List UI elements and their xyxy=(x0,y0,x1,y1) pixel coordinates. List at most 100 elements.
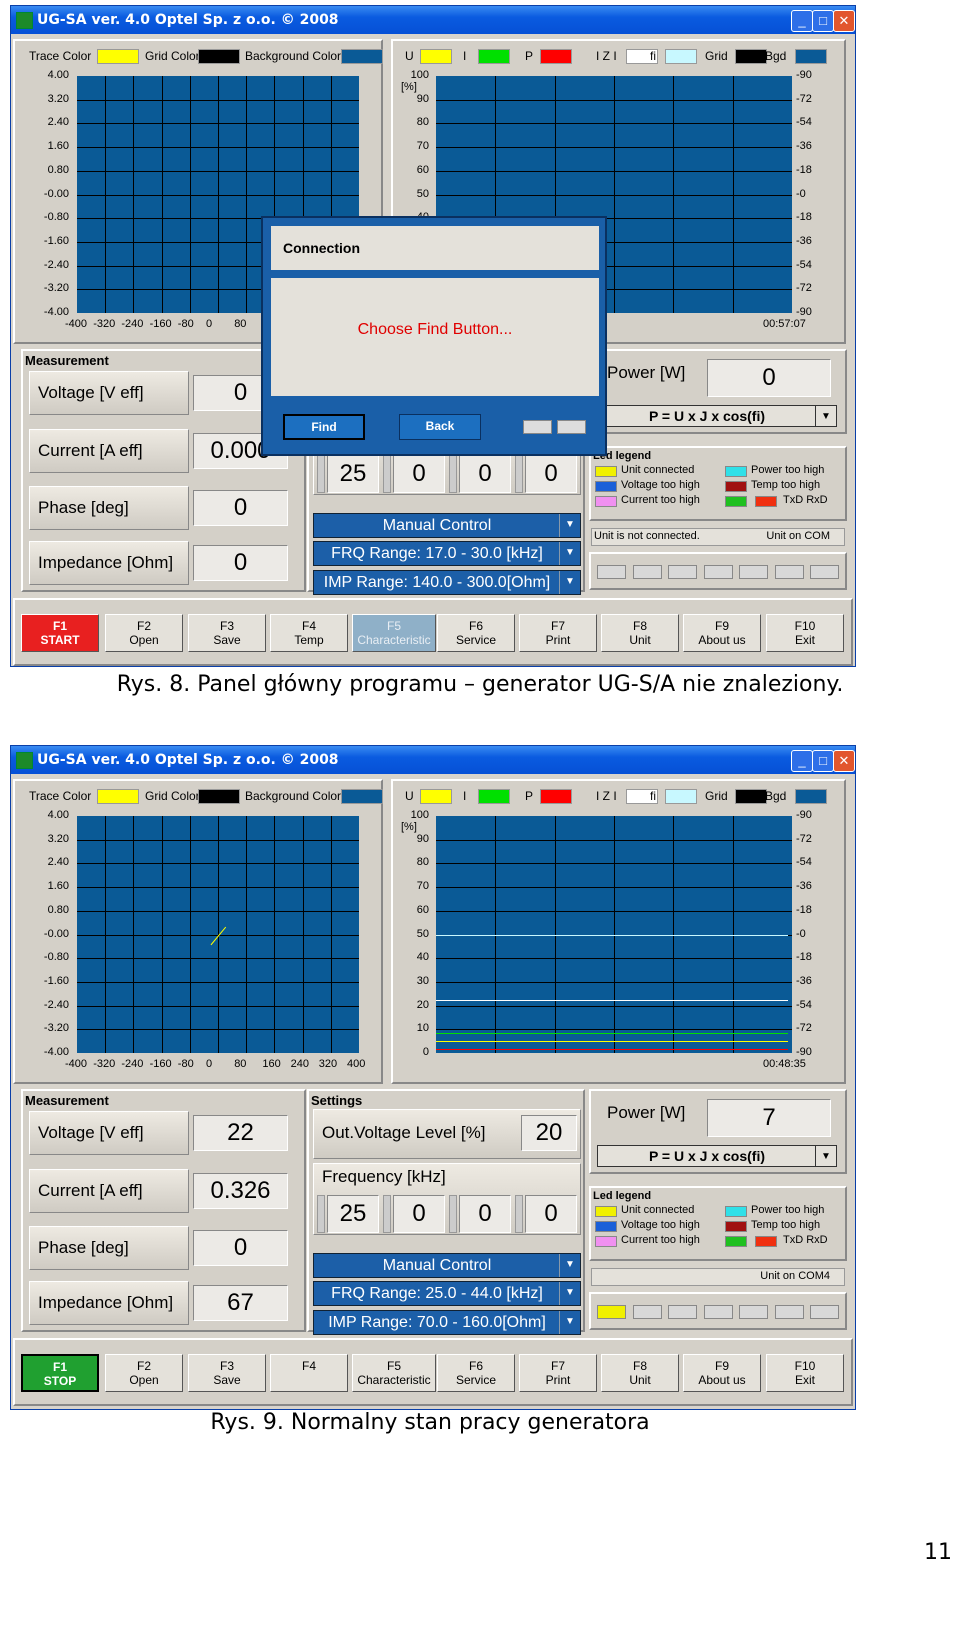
fkey-button-f10[interactable]: F10 Exit xyxy=(766,614,844,652)
legend-text: TxD RxD xyxy=(783,1234,828,1246)
legend-color-swatch[interactable] xyxy=(478,49,510,64)
grid-line xyxy=(436,958,792,960)
back-button[interactable]: Back xyxy=(399,414,481,440)
frequency-digit-input[interactable]: 0 xyxy=(525,455,577,493)
spinner-arrows[interactable] xyxy=(449,455,457,493)
frequency-digit-input[interactable]: 25 xyxy=(327,1195,379,1233)
legend-color-swatch[interactable] xyxy=(420,49,452,64)
trace-color-swatch[interactable] xyxy=(97,789,139,804)
legend-color-swatch[interactable] xyxy=(735,49,767,64)
minimize-button[interactable]: _ xyxy=(791,750,813,772)
maximize-button[interactable]: □ xyxy=(812,10,834,32)
fkey-button-f4[interactable]: F4 Temp xyxy=(270,614,348,652)
unit-label: [%] xyxy=(401,81,417,93)
fkey-key: F9 xyxy=(714,619,729,633)
x-tick-label: -160 xyxy=(149,1058,172,1070)
fkey-label: Unit xyxy=(629,633,651,647)
legend-color-swatch[interactable] xyxy=(665,49,697,64)
legend-color-swatch[interactable] xyxy=(665,789,697,804)
background-color-swatch[interactable] xyxy=(341,789,383,804)
fkey-button-f8[interactable]: F8 Unit xyxy=(601,614,679,652)
dialog-title: Connection xyxy=(271,226,599,270)
fkey-button-f9[interactable]: F9 About us xyxy=(683,614,761,652)
spinner-arrows[interactable] xyxy=(317,455,325,493)
legend-color-swatch[interactable] xyxy=(735,789,767,804)
trace-color-label: Trace Color xyxy=(29,49,92,63)
fkey-button-f4[interactable]: F4 xyxy=(270,1354,348,1392)
fkey-key: F9 xyxy=(714,1359,729,1373)
legend-led xyxy=(755,496,777,507)
fkey-button-f7[interactable]: F7 Print xyxy=(519,1354,597,1392)
mode-dropdown[interactable]: Manual Control ▼ xyxy=(313,513,581,538)
fkey-key: F2 xyxy=(136,1359,151,1373)
spinner-arrows[interactable] xyxy=(449,1195,457,1233)
minimize-button[interactable]: _ xyxy=(791,10,813,32)
out-voltage-input[interactable]: 20 xyxy=(521,1115,577,1151)
fkey-button-f10[interactable]: F10 Exit xyxy=(766,1354,844,1392)
imp-range-dropdown[interactable]: IMP Range: 140.0 - 300.0[Ohm] ▼ xyxy=(313,570,581,595)
legend-led xyxy=(595,1206,617,1217)
dropdown-label: Manual Control xyxy=(382,1257,492,1274)
close-button[interactable]: ✕ xyxy=(833,10,855,32)
maximize-button[interactable]: □ xyxy=(812,750,834,772)
frequency-digit-input[interactable]: 0 xyxy=(393,1195,445,1233)
fkey-button-f1[interactable]: F1 STOP xyxy=(21,1354,99,1392)
fkey-button-f6[interactable]: F6 Service xyxy=(437,1354,515,1392)
spinner-arrows[interactable] xyxy=(515,455,523,493)
x-tick-label: -80 xyxy=(177,318,194,330)
fkey-button-f3[interactable]: F3 Save xyxy=(188,614,266,652)
grid-color-swatch[interactable] xyxy=(198,789,240,804)
frequency-digit-input[interactable]: 0 xyxy=(525,1195,577,1233)
fkey-button-f2[interactable]: F2 Open xyxy=(105,614,183,652)
background-color-swatch[interactable] xyxy=(341,49,383,64)
fkey-label: Save xyxy=(213,1373,241,1387)
x-tick-label: -320 xyxy=(93,318,116,330)
series-line xyxy=(436,1032,788,1034)
fkey-button-f2[interactable]: F2 Open xyxy=(105,1354,183,1392)
power-formula-select[interactable]: P = U x J x cos(fi) ▼ xyxy=(597,1145,837,1167)
find-button[interactable]: Find xyxy=(283,414,365,440)
mode-dropdown[interactable]: Manual Control ▼ xyxy=(313,1253,581,1278)
grid-line xyxy=(436,863,792,865)
frq-range-dropdown[interactable]: FRQ Range: 17.0 - 30.0 [kHz] ▼ xyxy=(313,541,581,566)
series-line xyxy=(436,934,788,936)
y-right-tick: -54 xyxy=(796,856,812,869)
app-icon xyxy=(16,12,33,29)
status-led xyxy=(703,1305,733,1319)
imp-range-dropdown[interactable]: IMP Range: 70.0 - 160.0[Ohm] ▼ xyxy=(313,1310,581,1335)
frequency-digit-input[interactable]: 25 xyxy=(327,455,379,493)
legend-color-swatch[interactable] xyxy=(795,789,827,804)
y-tick-label: 0.80 xyxy=(47,163,69,176)
fkey-button-f8[interactable]: F8 Unit xyxy=(601,1354,679,1392)
close-button[interactable]: ✕ xyxy=(833,750,855,772)
fkey-label: Characteristic xyxy=(357,1373,431,1387)
legend-color-swatch[interactable] xyxy=(478,789,510,804)
frq-range-dropdown[interactable]: FRQ Range: 25.0 - 44.0 [kHz] ▼ xyxy=(313,1281,581,1306)
legend-color-swatch[interactable] xyxy=(420,789,452,804)
spinner-arrows[interactable] xyxy=(383,455,391,493)
y-right-tick: -90 xyxy=(796,306,812,318)
fkey-button-f9[interactable]: F9 About us xyxy=(683,1354,761,1392)
legend-color-swatch[interactable] xyxy=(795,49,827,64)
fkey-button-f7[interactable]: F7 Print xyxy=(519,614,597,652)
y-left-tick: 60 xyxy=(416,163,429,176)
legend-color-swatch[interactable] xyxy=(540,789,572,804)
frequency-digit-input[interactable]: 0 xyxy=(459,455,511,493)
fkey-button-f5[interactable]: F5 Characteristic xyxy=(352,614,436,652)
fkey-button-f6[interactable]: F6 Service xyxy=(437,614,515,652)
trace-color-swatch[interactable] xyxy=(97,49,139,64)
fkey-button-f1[interactable]: F1 START xyxy=(21,614,99,652)
power-formula-select[interactable]: P = U x J x cos(fi) ▼ xyxy=(597,405,837,427)
spinner-arrows[interactable] xyxy=(317,1195,325,1233)
spinner-arrows[interactable] xyxy=(383,1195,391,1233)
frequency-digit-input[interactable]: 0 xyxy=(393,455,445,493)
fkey-button-f5[interactable]: F5 Characteristic xyxy=(352,1354,436,1392)
spinner-arrows[interactable] xyxy=(515,1195,523,1233)
fkey-button-f3[interactable]: F3 Save xyxy=(188,1354,266,1392)
frequency-digit-input[interactable]: 0 xyxy=(459,1195,511,1233)
title-bar[interactable]: UG-SA ver. 4.0 Optel Sp. z o.o. © 2008 xyxy=(11,6,855,34)
legend-label: I Z I xyxy=(596,49,617,63)
title-bar[interactable]: UG-SA ver. 4.0 Optel Sp. z o.o. © 2008 xyxy=(11,746,855,774)
grid-color-swatch[interactable] xyxy=(198,49,240,64)
legend-color-swatch[interactable] xyxy=(540,49,572,64)
